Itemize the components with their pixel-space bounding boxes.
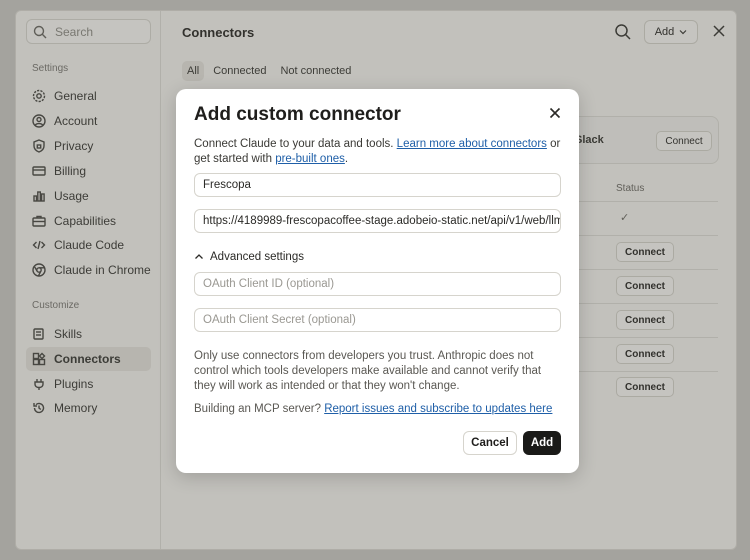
advanced-settings-label: Advanced settings xyxy=(210,251,304,263)
prebuilt-connectors-link[interactable]: pre-built ones xyxy=(275,153,345,165)
connector-url-field[interactable]: https://4189989-frescopacoffee-stage.ado… xyxy=(194,209,561,233)
report-issues-link[interactable]: Report issues and subscribe to updates h… xyxy=(324,403,552,415)
dialog-description: Connect Claude to your data and tools. L… xyxy=(194,137,566,167)
desc-suffix: . xyxy=(344,153,349,165)
mcp-prefix: Building an MCP server? xyxy=(194,403,325,415)
trust-warning: Only use connectors from developers you … xyxy=(194,350,542,392)
desc-prefix: Connect Claude to your data and tools. xyxy=(194,138,397,150)
cancel-button[interactable]: Cancel xyxy=(463,431,517,455)
close-icon[interactable] xyxy=(549,107,561,119)
dialog-title: Add custom connector xyxy=(194,104,401,125)
advanced-settings-toggle[interactable]: Advanced settings xyxy=(194,251,304,263)
learn-more-link[interactable]: Learn more about connectors xyxy=(397,138,547,150)
connector-name-field[interactable]: Frescopa xyxy=(194,173,561,197)
oauth-client-id-field[interactable]: OAuth Client ID (optional) xyxy=(194,272,561,296)
chevron-up-icon xyxy=(195,254,203,259)
mcp-server-note: Building an MCP server? Report issues an… xyxy=(194,403,552,415)
add-button[interactable]: Add xyxy=(523,431,561,455)
add-custom-connector-dialog: Add custom connector Connect Claude to y… xyxy=(176,89,579,473)
oauth-client-secret-field[interactable]: OAuth Client Secret (optional) xyxy=(194,308,561,332)
